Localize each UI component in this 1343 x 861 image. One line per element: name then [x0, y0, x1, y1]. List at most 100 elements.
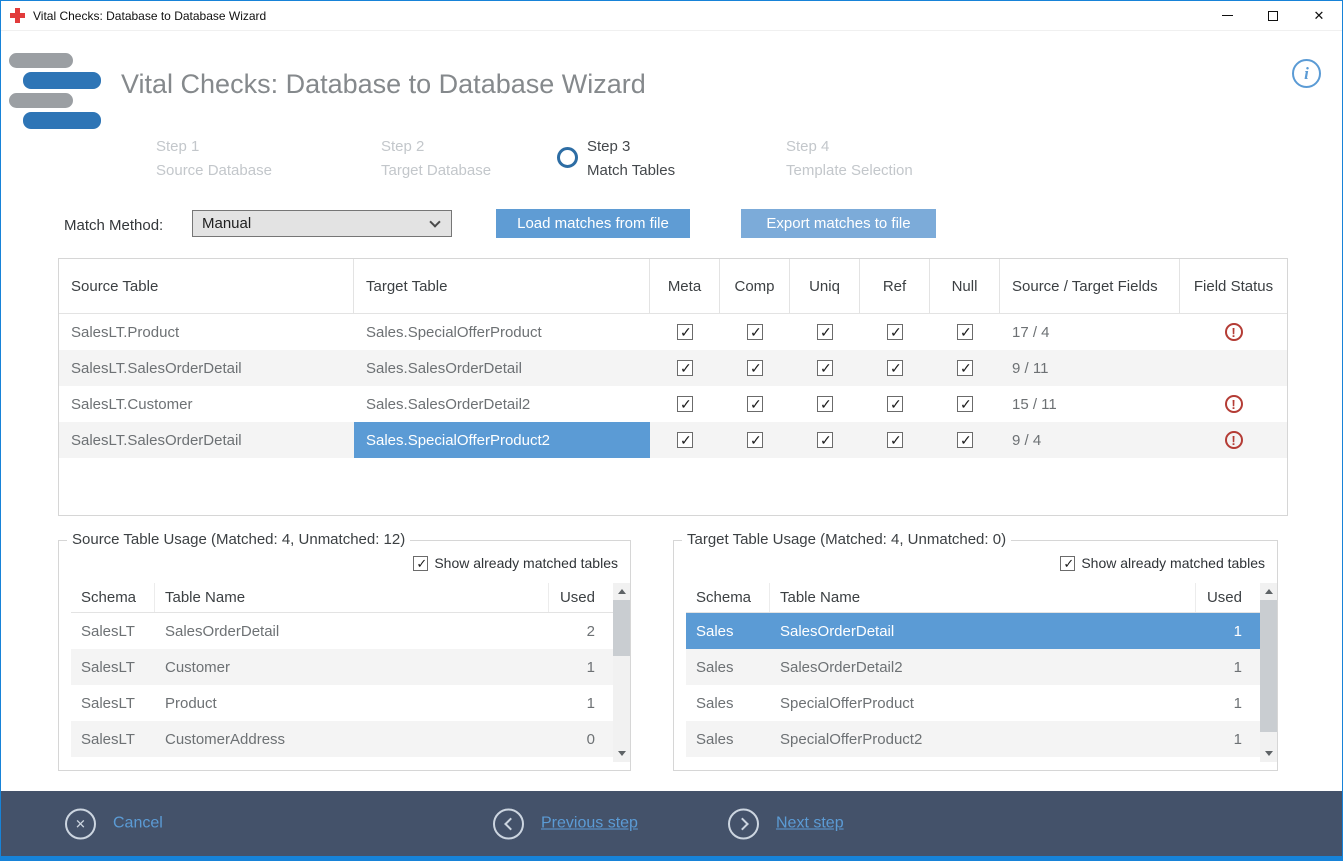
scrollbar-track[interactable] [1260, 600, 1277, 745]
uniq-checkbox[interactable] [817, 324, 833, 340]
meta-checkbox[interactable] [677, 432, 693, 448]
vertical-scrollbar[interactable] [613, 583, 630, 762]
comp-checkbox-cell[interactable] [720, 314, 790, 350]
scrollbar-track[interactable] [613, 600, 630, 745]
column-header-target-table[interactable]: Target Table [354, 259, 650, 313]
column-header-meta[interactable]: Meta [650, 259, 720, 313]
ref-checkbox-cell[interactable] [860, 314, 930, 350]
comp-checkbox[interactable] [747, 324, 763, 340]
scroll-down-button[interactable] [613, 745, 630, 762]
null-checkbox-cell[interactable] [930, 314, 1000, 350]
vertical-scrollbar[interactable] [1260, 583, 1277, 762]
ref-checkbox-cell[interactable] [860, 422, 930, 458]
source-table-cell[interactable]: SalesLT.SalesOrderDetail [59, 350, 354, 386]
target-table-cell[interactable]: Sales.SalesOrderDetail [354, 350, 650, 386]
field-status-cell[interactable] [1180, 422, 1287, 458]
meta-checkbox[interactable] [677, 360, 693, 376]
scrollbar-thumb[interactable] [1260, 600, 1277, 732]
match-row[interactable]: SalesLT.Customer Sales.SalesOrderDetail2… [59, 386, 1287, 422]
source-table-cell[interactable]: SalesLT.Customer [59, 386, 354, 422]
column-header-schema[interactable]: Schema [71, 583, 155, 612]
comp-checkbox[interactable] [747, 396, 763, 412]
comp-checkbox-cell[interactable] [720, 422, 790, 458]
fields-cell[interactable]: 17 / 4 [1000, 314, 1180, 350]
uniq-checkbox[interactable] [817, 432, 833, 448]
column-header-source-table[interactable]: Source Table [59, 259, 354, 313]
comp-checkbox-cell[interactable] [720, 386, 790, 422]
null-checkbox[interactable] [957, 396, 973, 412]
target-table-cell[interactable]: Sales.SalesOrderDetail2 [354, 386, 650, 422]
null-checkbox[interactable] [957, 432, 973, 448]
show-matched-checkbox[interactable] [1060, 556, 1075, 571]
previous-step-button[interactable]: Previous step [493, 808, 638, 839]
column-header-used[interactable]: Used [549, 583, 613, 612]
field-status-cell[interactable] [1180, 386, 1287, 422]
meta-checkbox-cell[interactable] [650, 314, 720, 350]
uniq-checkbox-cell[interactable] [790, 422, 860, 458]
target-table-cell[interactable]: Sales.SpecialOfferProduct [354, 314, 650, 350]
uniq-checkbox[interactable] [817, 396, 833, 412]
field-status-cell[interactable] [1180, 350, 1287, 386]
comp-checkbox-cell[interactable] [720, 350, 790, 386]
scroll-up-button[interactable] [1260, 583, 1277, 600]
usage-row[interactable]: Sales SpecialOfferProduct2 1 [686, 721, 1260, 757]
scroll-up-button[interactable] [613, 583, 630, 600]
usage-row[interactable]: Sales SpecialOfferProduct 1 [686, 685, 1260, 721]
ref-checkbox[interactable] [887, 360, 903, 376]
usage-row[interactable]: SalesLT Product 1 [71, 685, 613, 721]
ref-checkbox-cell[interactable] [860, 386, 930, 422]
fields-cell[interactable]: 9 / 11 [1000, 350, 1180, 386]
column-header-ref[interactable]: Ref [860, 259, 930, 313]
minimize-button[interactable] [1204, 1, 1250, 30]
usage-row[interactable]: Sales SalesOrderDetail 1 [686, 613, 1260, 649]
column-header-field-status[interactable]: Field Status [1180, 259, 1287, 313]
usage-row[interactable]: SalesLT Customer 1 [71, 649, 613, 685]
next-step-button[interactable]: Next step [728, 808, 844, 839]
meta-checkbox[interactable] [677, 324, 693, 340]
comp-checkbox[interactable] [747, 432, 763, 448]
ref-checkbox[interactable] [887, 432, 903, 448]
info-icon[interactable] [1292, 59, 1321, 88]
null-checkbox-cell[interactable] [930, 386, 1000, 422]
column-header-table-name[interactable]: Table Name [770, 583, 1196, 612]
meta-checkbox-cell[interactable] [650, 386, 720, 422]
scroll-down-button[interactable] [1260, 745, 1277, 762]
comp-checkbox[interactable] [747, 360, 763, 376]
export-matches-button[interactable]: Export matches to file [741, 209, 936, 238]
fields-cell[interactable]: 15 / 11 [1000, 386, 1180, 422]
null-checkbox-cell[interactable] [930, 422, 1000, 458]
show-matched-row[interactable]: Show already matched tables [413, 555, 618, 571]
meta-checkbox-cell[interactable] [650, 350, 720, 386]
column-header-used[interactable]: Used [1196, 583, 1260, 612]
show-matched-checkbox[interactable] [413, 556, 428, 571]
maximize-button[interactable] [1250, 1, 1296, 30]
column-header-uniq[interactable]: Uniq [790, 259, 860, 313]
column-header-fields[interactable]: Source / Target Fields [1000, 259, 1180, 313]
show-matched-row[interactable]: Show already matched tables [1060, 555, 1265, 571]
column-header-null[interactable]: Null [930, 259, 1000, 313]
match-row[interactable]: SalesLT.SalesOrderDetail Sales.SpecialOf… [59, 422, 1287, 458]
usage-row[interactable]: SalesLT SalesOrderDetail 2 [71, 613, 613, 649]
null-checkbox-cell[interactable] [930, 350, 1000, 386]
fields-cell[interactable]: 9 / 4 [1000, 422, 1180, 458]
ref-checkbox-cell[interactable] [860, 350, 930, 386]
target-table-cell[interactable]: Sales.SpecialOfferProduct2 [354, 422, 650, 458]
field-status-cell[interactable] [1180, 314, 1287, 350]
usage-row[interactable]: Sales SalesOrderDetail2 1 [686, 649, 1260, 685]
load-matches-button[interactable]: Load matches from file [496, 209, 690, 238]
null-checkbox[interactable] [957, 360, 973, 376]
close-button[interactable] [1296, 1, 1342, 30]
usage-row[interactable]: SalesLT CustomerAddress 0 [71, 721, 613, 757]
uniq-checkbox[interactable] [817, 360, 833, 376]
meta-checkbox[interactable] [677, 396, 693, 412]
ref-checkbox[interactable] [887, 324, 903, 340]
ref-checkbox[interactable] [887, 396, 903, 412]
match-row[interactable]: SalesLT.Product Sales.SpecialOfferProduc… [59, 314, 1287, 350]
column-header-comp[interactable]: Comp [720, 259, 790, 313]
source-table-cell[interactable]: SalesLT.SalesOrderDetail [59, 422, 354, 458]
cancel-button[interactable]: Cancel [65, 808, 163, 839]
uniq-checkbox-cell[interactable] [790, 386, 860, 422]
meta-checkbox-cell[interactable] [650, 422, 720, 458]
match-row[interactable]: SalesLT.SalesOrderDetail Sales.SalesOrde… [59, 350, 1287, 386]
uniq-checkbox-cell[interactable] [790, 314, 860, 350]
